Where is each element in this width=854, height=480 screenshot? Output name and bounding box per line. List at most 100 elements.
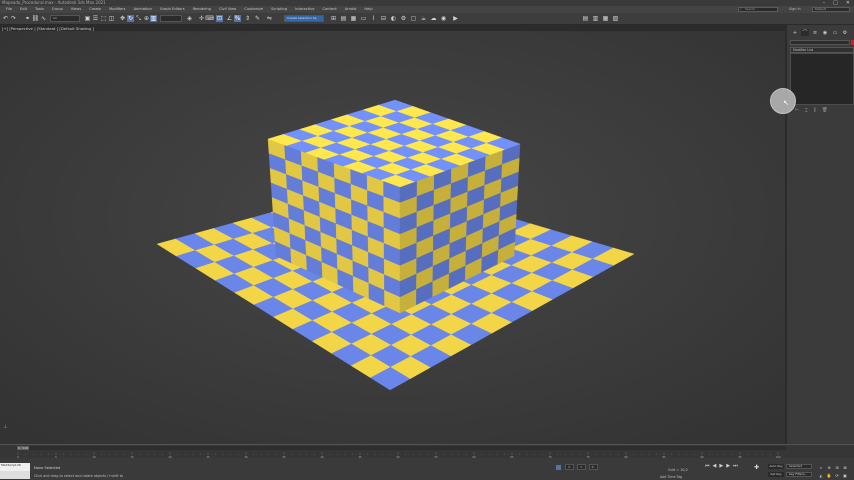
- reference-coordinate-icon[interactable]: ▥: [150, 15, 157, 22]
- schematic-view-icon[interactable]: ⊟: [380, 15, 387, 22]
- orbit-icon[interactable]: ⟳: [834, 472, 840, 478]
- menu-civil-view[interactable]: Civil View: [215, 6, 240, 13]
- render-active-shade-icon[interactable]: ◉: [440, 15, 447, 22]
- select-manipulate-icon[interactable]: ✢: [198, 15, 205, 22]
- key-filters-button[interactable]: Key Filters...: [786, 472, 812, 477]
- zoom-icon[interactable]: ⌕: [818, 464, 824, 470]
- curve-editor-icon[interactable]: ⌇: [370, 15, 377, 22]
- go-to-start-icon[interactable]: ⏮: [705, 463, 710, 469]
- material-editor-icon[interactable]: ◐: [390, 15, 397, 22]
- menu-content[interactable]: Content: [318, 6, 340, 13]
- selection-filter-select[interactable]: All: [50, 15, 80, 22]
- render-setup-icon[interactable]: ⚙: [400, 15, 407, 22]
- menu-customize[interactable]: Customize: [240, 6, 267, 13]
- perspective-viewport[interactable]: ⊥: [0, 31, 785, 444]
- x-coordinate-field[interactable]: X:: [565, 464, 575, 470]
- modifier-stack[interactable]: [790, 53, 854, 105]
- select-and-scale-icon[interactable]: ⤡: [135, 15, 142, 22]
- window-crossing-icon[interactable]: ◫: [108, 15, 115, 22]
- menu-graph-editors[interactable]: Graph Editors: [156, 6, 189, 13]
- rendered-frame-window-icon[interactable]: ▢: [410, 15, 417, 22]
- angle-snap-icon[interactable]: ∠: [226, 15, 233, 22]
- render-in-cloud-icon[interactable]: ☁: [430, 15, 437, 22]
- play-icon[interactable]: ▶: [719, 463, 723, 469]
- workspace-icon-4[interactable]: ▧: [612, 15, 619, 22]
- select-object-icon[interactable]: ▣: [84, 15, 91, 22]
- toggle-scene-explorer-icon[interactable]: ▤: [340, 15, 347, 22]
- select-and-rotate-icon[interactable]: ↻: [127, 15, 134, 22]
- maxscript-listener[interactable]: MAXScript Mi: [0, 463, 30, 471]
- menu-help[interactable]: Help: [360, 6, 376, 13]
- keyboard-shortcut-icon[interactable]: ⌨: [205, 15, 214, 22]
- maximize-viewport-icon[interactable]: ▣: [842, 472, 848, 478]
- open-a360-gallery-icon[interactable]: ▶: [452, 15, 459, 22]
- selection-lock-icon[interactable]: [556, 465, 561, 470]
- link-icon[interactable]: ⚭: [24, 15, 31, 22]
- add-time-tag-button[interactable]: Add Time Tag: [660, 475, 682, 479]
- hierarchy-tab[interactable]: ≡: [811, 29, 819, 36]
- zoom-extents-all-icon[interactable]: ⊠: [842, 464, 848, 470]
- snaps-toggle-icon[interactable]: ⊡: [216, 15, 223, 22]
- percent-snap-icon[interactable]: %: [234, 15, 241, 22]
- menu-arnold[interactable]: Arnold: [341, 6, 361, 13]
- select-and-place-icon[interactable]: ⊕: [143, 15, 150, 22]
- select-by-name-icon[interactable]: ☰: [92, 15, 99, 22]
- menu-modifiers[interactable]: Modifiers: [105, 6, 129, 13]
- toggle-layer-explorer-icon[interactable]: ▦: [350, 15, 357, 22]
- edit-named-selection-icon[interactable]: ✎: [254, 15, 261, 22]
- render-production-icon[interactable]: ☕: [420, 15, 427, 22]
- menu-create[interactable]: Create: [85, 6, 105, 13]
- menu-scripting[interactable]: Scripting: [267, 6, 291, 13]
- z-coordinate-field[interactable]: Z:: [588, 464, 598, 470]
- set-key-button[interactable]: Set Key: [768, 472, 784, 477]
- show-end-result-icon[interactable]: ⌶: [805, 108, 808, 114]
- pin-stack-icon[interactable]: ⊢: [795, 108, 799, 114]
- field-of-view-icon[interactable]: ◭: [818, 472, 824, 478]
- pan-icon[interactable]: ✋: [826, 472, 832, 478]
- select-and-move-icon[interactable]: ✥: [119, 15, 126, 22]
- zoom-all-icon[interactable]: ⊕: [826, 464, 832, 470]
- workspace-icon-1[interactable]: ▤: [582, 15, 589, 22]
- display-tab[interactable]: ▭: [831, 29, 839, 36]
- modify-tab[interactable]: ⌒: [801, 29, 809, 36]
- search-input[interactable]: ⌕ Search: [738, 7, 778, 12]
- previous-frame-icon[interactable]: ◀: [713, 463, 717, 469]
- menu-edit[interactable]: Edit: [16, 6, 31, 13]
- time-slider-thumb[interactable]: 0 / 100: [17, 446, 29, 450]
- unlink-icon[interactable]: ⛓: [32, 15, 40, 22]
- menu-rendering[interactable]: Rendering: [189, 6, 215, 13]
- zoom-extents-icon[interactable]: ⊞: [834, 464, 840, 470]
- scene-canvas[interactable]: [0, 31, 785, 444]
- create-tab[interactable]: +: [791, 29, 799, 36]
- utilities-tab[interactable]: ⚙: [841, 29, 849, 36]
- named-selection-select[interactable]: Create Selection Se: [284, 15, 324, 22]
- key-mode-select[interactable]: Selected: [786, 464, 812, 469]
- make-unique-icon[interactable]: ∥: [814, 108, 816, 114]
- object-name-field[interactable]: [790, 40, 850, 45]
- menu-animation[interactable]: Animation: [130, 6, 156, 13]
- set-key-plus-icon[interactable]: ✚: [754, 464, 759, 471]
- undo-icon[interactable]: ↶: [2, 15, 9, 22]
- y-coordinate-field[interactable]: Y:: [577, 464, 586, 470]
- bind-space-warp-icon[interactable]: ∿: [40, 15, 47, 22]
- workspace-select[interactable]: Default: [812, 7, 850, 12]
- menu-file[interactable]: File: [2, 6, 16, 13]
- motion-tab[interactable]: ◉: [821, 29, 829, 36]
- mirror-icon[interactable]: ⇋: [266, 15, 273, 22]
- redo-icon[interactable]: ↷: [10, 15, 17, 22]
- menu-interactive[interactable]: Interactive: [291, 6, 318, 13]
- sign-in-button[interactable]: Sign In: [789, 6, 801, 13]
- go-to-end-icon[interactable]: ⏭: [733, 463, 738, 469]
- auto-key-button[interactable]: Auto Key: [768, 464, 784, 469]
- reference-coordinate-select[interactable]: [160, 15, 182, 22]
- pivot-center-icon[interactable]: ◈: [186, 15, 193, 22]
- maxscript-output[interactable]: [0, 471, 30, 479]
- remove-modifier-icon[interactable]: 🗑: [822, 108, 828, 114]
- menu-group[interactable]: Group: [48, 6, 67, 13]
- align-icon[interactable]: ⊞: [330, 15, 337, 22]
- rectangular-selection-icon[interactable]: ⬚: [100, 15, 107, 22]
- time-slider-track[interactable]: [16, 446, 786, 450]
- next-frame-icon[interactable]: ▶: [726, 463, 730, 469]
- workspace-icon-2[interactable]: ▥: [592, 15, 599, 22]
- menu-tools[interactable]: Tools: [31, 6, 48, 13]
